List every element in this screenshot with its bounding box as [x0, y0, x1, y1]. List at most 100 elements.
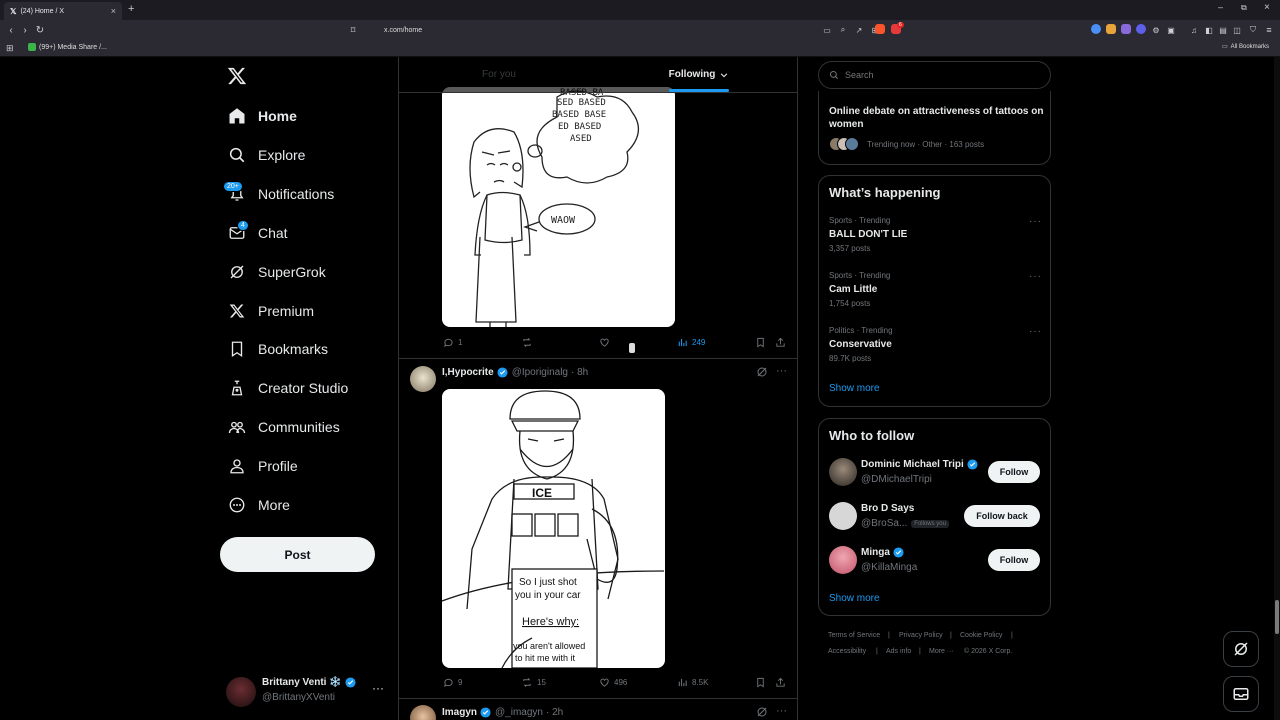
trend-item[interactable]: Sports · Trending BALL DON'T LIE 3,357 p… [819, 212, 1052, 260]
footer-terms[interactable]: Terms of Service [828, 632, 880, 639]
music-icon[interactable]: ♫ [1187, 23, 1201, 37]
post-2-reply-button[interactable]: 9 [443, 677, 462, 688]
new-tab-button[interactable]: + [128, 3, 134, 15]
bookmark-page-icon[interactable]: ⌑ [346, 23, 360, 37]
follow-avatar[interactable] [829, 546, 857, 574]
menu-icon[interactable]: ≡ [1262, 23, 1276, 37]
minimize-window-button[interactable]: – [1218, 2, 1223, 12]
post-3-time[interactable]: · 2h [546, 707, 563, 718]
search-box[interactable] [818, 61, 1051, 89]
account-more-icon[interactable]: ··· [372, 681, 384, 695]
post-3-author-name[interactable]: Imagyn [442, 707, 477, 718]
messages-float-button[interactable] [1223, 676, 1259, 712]
share-icon[interactable]: ↗ [852, 23, 866, 37]
post-2-bookmark-button[interactable] [755, 677, 770, 688]
grok-icon[interactable] [756, 366, 768, 378]
extension-2-icon[interactable] [1106, 24, 1116, 34]
sidebar-icon[interactable]: ◧ [1202, 23, 1216, 37]
more-icon[interactable]: ··· [1029, 326, 1042, 337]
extension-3-icon[interactable] [1121, 24, 1131, 34]
forward-icon[interactable]: › [18, 23, 32, 37]
scrollbar-thumb[interactable] [1275, 600, 1279, 634]
wallet-icon[interactable]: ▤ [1216, 23, 1230, 37]
post-2-share-button[interactable] [775, 677, 790, 688]
nav-bookmarks[interactable]: Bookmarks [226, 334, 328, 364]
nav-home[interactable]: Home [226, 101, 297, 131]
tab-following[interactable]: Following [599, 57, 797, 92]
post-1-image[interactable]: BASED BA SED BASED BASED BASE ED BASED A… [442, 87, 675, 327]
nav-profile[interactable]: Profile [226, 451, 298, 481]
account-switcher[interactable]: Brittany Venti ❄️ @BrittanyXVenti ··· [226, 675, 386, 709]
post-1-share-button[interactable] [775, 337, 790, 348]
extension-4-icon[interactable] [1136, 24, 1146, 34]
apps-grid-icon[interactable]: ⊞ [6, 43, 14, 54]
grok-float-button[interactable] [1223, 631, 1259, 667]
more-icon[interactable]: ··· [1029, 216, 1042, 227]
post-2-time[interactable]: · 8h [571, 367, 588, 378]
post-2-image[interactable]: ICE So I just shot you in your car Here'… [442, 389, 665, 668]
nav-creator-studio[interactable]: Creator Studio [226, 373, 348, 403]
post-2-avatar[interactable] [410, 366, 436, 392]
post-1-bookmark-button[interactable] [755, 337, 770, 348]
x-logo-home-link[interactable] [227, 66, 249, 88]
post-3-more-icon[interactable]: ··· [776, 705, 787, 717]
post-1-repost-button[interactable] [521, 337, 537, 348]
nav-communities[interactable]: Communities [226, 412, 340, 442]
post-2-views-button[interactable]: 8.5K [677, 677, 708, 688]
back-icon[interactable]: ‹ [4, 23, 18, 37]
brave-shield-icon[interactable] [875, 24, 885, 34]
follow-avatar[interactable] [829, 458, 857, 486]
trend-item[interactable]: Politics · Trending Conservative 89.7K p… [819, 322, 1052, 370]
footer-more[interactable]: More ··· [929, 648, 954, 655]
close-window-button[interactable]: × [1264, 2, 1270, 13]
follow-name[interactable]: Bro D Says [861, 503, 914, 514]
post-2-handle[interactable]: @Iporiginalg [512, 367, 568, 378]
footer-ads-info[interactable]: Ads info [886, 648, 911, 655]
follow-button[interactable]: Follow [988, 549, 1040, 571]
reader-icon[interactable]: ▭ [820, 23, 834, 37]
follow-name[interactable]: Minga [861, 547, 904, 558]
more-icon[interactable]: ··· [1029, 271, 1042, 282]
vpn-icon[interactable]: ◫ [1230, 23, 1244, 37]
follow-back-button[interactable]: Follow back [964, 505, 1040, 527]
close-tab-icon[interactable]: × [111, 6, 116, 16]
post-2-author-name[interactable]: I,Hypocrite [442, 367, 494, 378]
show-more-follow-link[interactable]: Show more [829, 593, 880, 604]
trend-item[interactable]: Sports · Trending Cam Little 1,754 posts… [819, 267, 1052, 315]
footer-cookie[interactable]: Cookie Policy [960, 632, 1002, 639]
post-1-reply-button[interactable]: 1 [443, 337, 462, 348]
extension-6-icon[interactable]: ▣ [1164, 23, 1178, 37]
all-bookmarks-button[interactable]: ▭ All Bookmarks [1222, 43, 1269, 51]
post-2-more-icon[interactable]: ··· [776, 365, 787, 377]
post-1-views-button[interactable]: 249 [677, 337, 705, 348]
footer-privacy[interactable]: Privacy Policy [899, 632, 943, 639]
nav-more[interactable]: More [226, 490, 290, 520]
show-more-trends-link[interactable]: Show more [829, 383, 880, 394]
post-3-avatar[interactable] [410, 705, 436, 720]
grok-icon[interactable] [756, 706, 768, 718]
maximize-window-button[interactable]: ⧉ [1241, 3, 1247, 13]
nav-supergrok[interactable]: SuperGrok [226, 257, 326, 287]
shield-icon[interactable]: ⛉ [1246, 23, 1260, 37]
footer-accessibility[interactable]: Accessibility [828, 648, 866, 655]
post-button[interactable]: Post [220, 537, 375, 572]
top-trend-card[interactable]: Online debate on attractiveness of tatto… [818, 91, 1051, 165]
extension-1-icon[interactable] [1091, 24, 1101, 34]
reload-icon[interactable]: ↻ [33, 23, 47, 37]
follow-name[interactable]: Dominic Michael Tripi [861, 459, 978, 470]
nav-chat[interactable]: Chat [226, 218, 288, 248]
post-3-handle[interactable]: @_imagyn [495, 707, 543, 718]
follow-avatar[interactable] [829, 502, 857, 530]
zoom-icon[interactable]: ⌕ [836, 23, 850, 37]
post-2-like-button[interactable]: 496 [599, 677, 627, 688]
post-1-like-button[interactable] [599, 337, 614, 348]
browser-tab[interactable]: 𝕏 (24) Home / X × [4, 2, 122, 20]
extension-5-icon[interactable]: ⚙ [1149, 23, 1163, 37]
follow-button[interactable]: Follow [988, 461, 1040, 483]
bookmark-item[interactable]: (99+) Media Share /... [28, 43, 107, 51]
nav-premium[interactable]: Premium [226, 296, 314, 326]
tab-for-you[interactable]: For you [399, 57, 599, 92]
nav-explore[interactable]: Explore [226, 140, 305, 170]
post-2-repost-button[interactable]: 15 [521, 677, 546, 688]
search-input[interactable] [845, 70, 1035, 80]
